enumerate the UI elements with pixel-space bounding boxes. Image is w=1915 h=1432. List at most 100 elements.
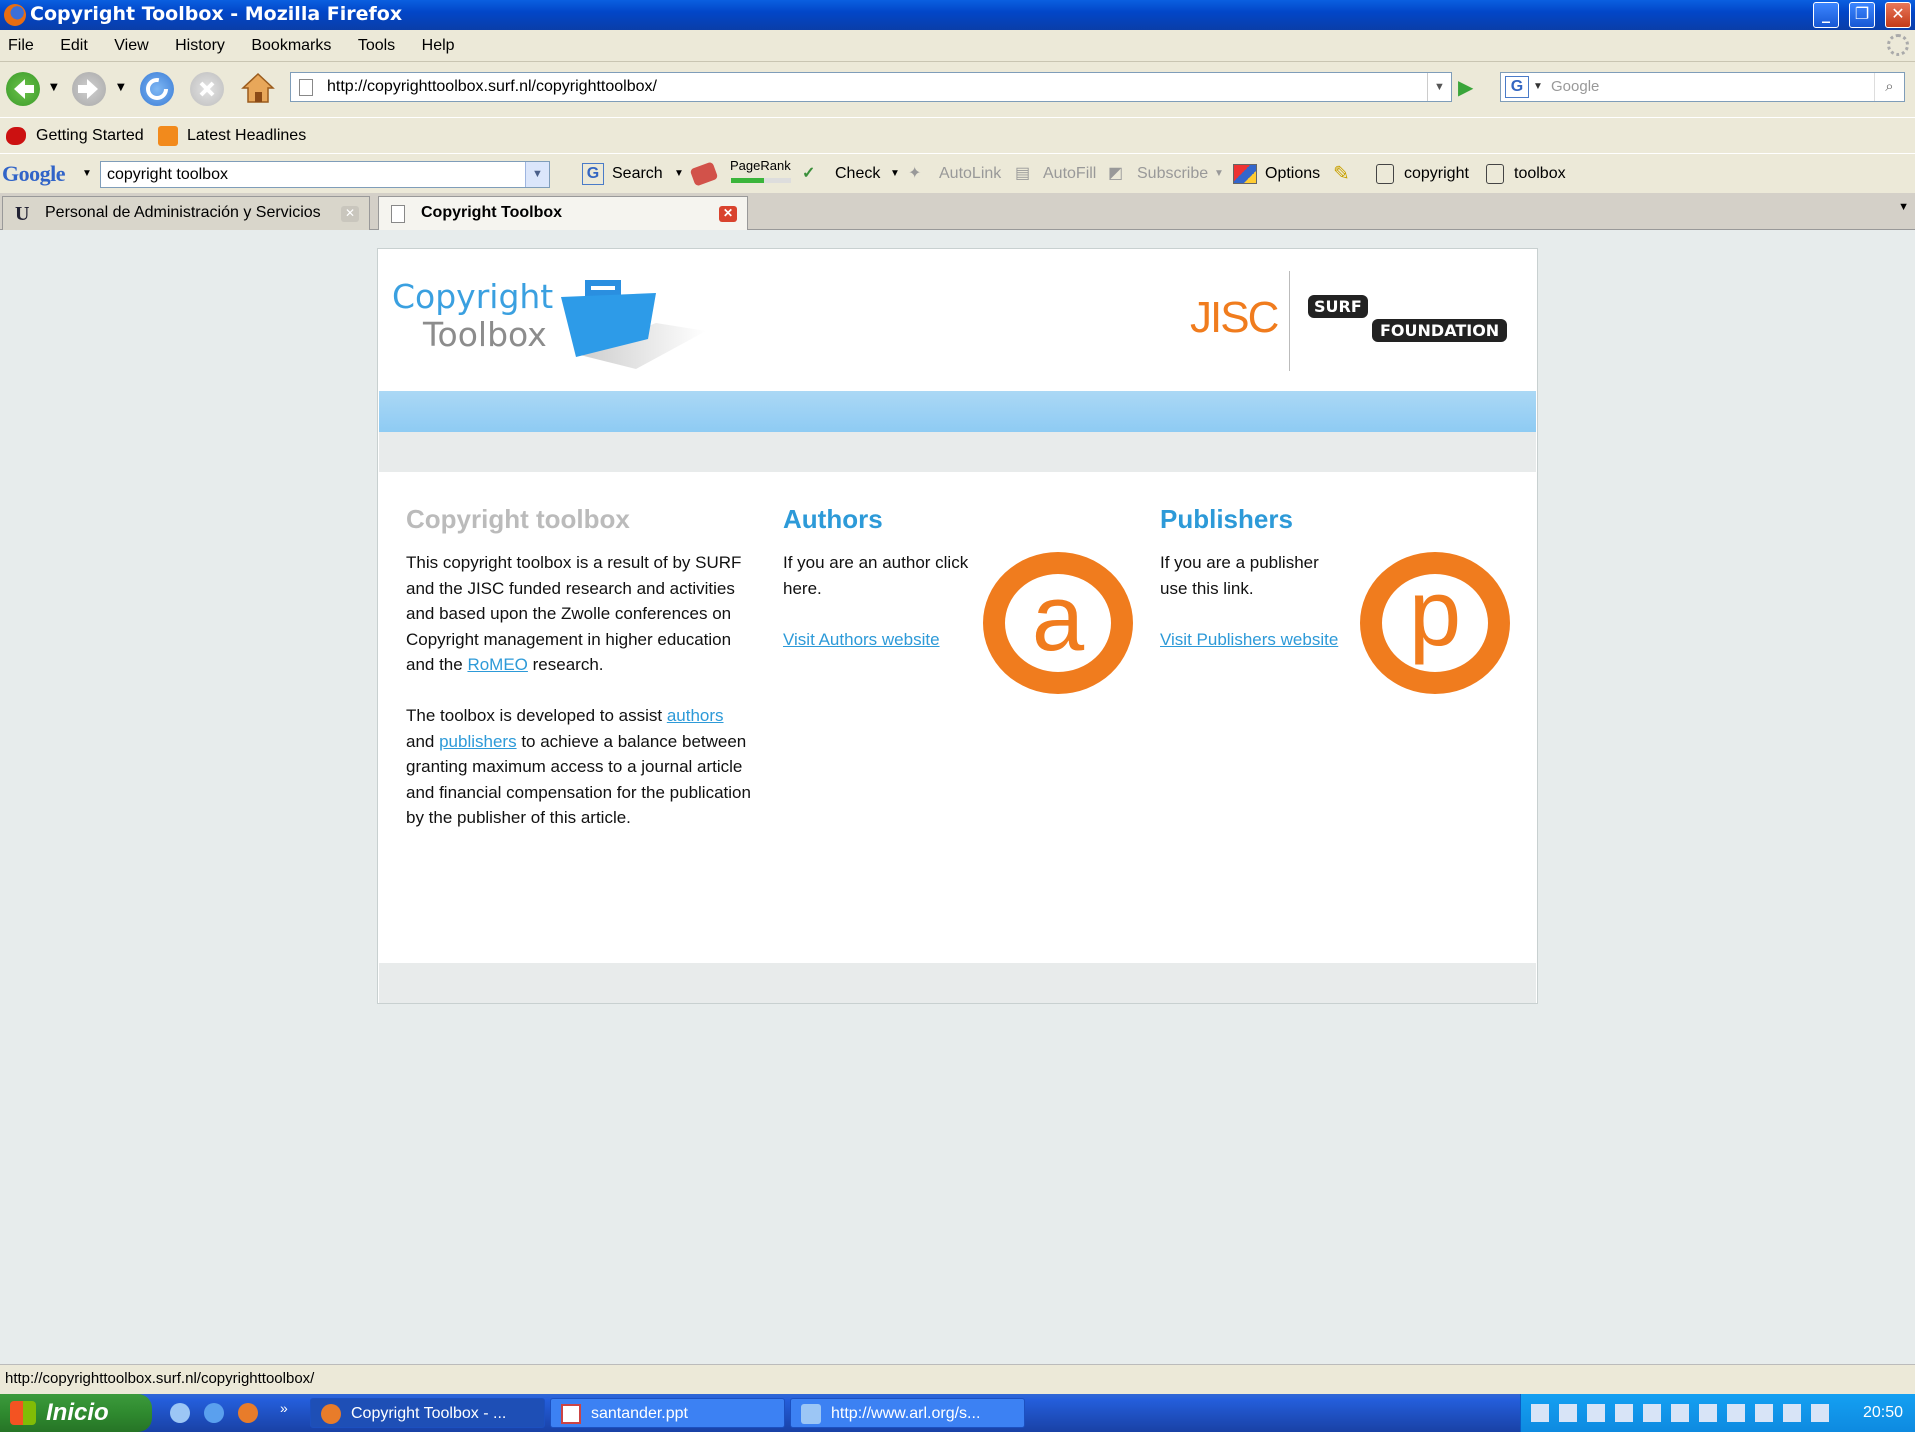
- query-history-dropdown[interactable]: ▼: [525, 162, 549, 187]
- tab-close-icon[interactable]: ✕: [341, 206, 359, 222]
- authors-text: If you are an author click here.: [783, 553, 969, 598]
- visit-publishers-link[interactable]: Visit Publishers website: [1160, 630, 1338, 649]
- autolink-button[interactable]: AutoLink: [939, 154, 1001, 194]
- search-magnifier-icon[interactable]: ⌕: [1874, 73, 1904, 101]
- task-arl-org[interactable]: http://www.arl.org/s...: [790, 1398, 1025, 1428]
- start-button[interactable]: Inicio: [0, 1394, 152, 1432]
- term-search-icon-2: [1486, 164, 1504, 184]
- status-text: http://copyrighttoolbox.surf.nl/copyrigh…: [5, 1370, 315, 1387]
- windows-logo-icon: [10, 1401, 36, 1425]
- close-window-button[interactable]: ✕: [1885, 2, 1911, 28]
- tray-icons[interactable]: [1531, 1404, 1831, 1422]
- tab-personal-administracion[interactable]: U Personal de Administración y Servicios…: [2, 196, 370, 230]
- windows-taskbar: Inicio » Copyright Toolbox - ... santand…: [0, 1394, 1915, 1432]
- menu-edit[interactable]: Edit: [60, 37, 88, 54]
- back-button[interactable]: [6, 72, 40, 106]
- term-copyright-button[interactable]: copyright: [1404, 154, 1469, 194]
- authors-badge-icon[interactable]: a: [983, 552, 1133, 694]
- task-label: santander.ppt: [591, 1405, 688, 1422]
- tab-list-dropdown[interactable]: ▼: [1898, 201, 1909, 213]
- check-dropdown[interactable]: ▼: [890, 154, 900, 194]
- navigation-toolbar: ▼ ▼ http://copyrighttoolbox.surf.nl/copy…: [0, 62, 1915, 117]
- highlighter-icon[interactable]: ✎: [1333, 154, 1350, 194]
- menu-view[interactable]: View: [114, 37, 148, 54]
- menu-tools[interactable]: Tools: [358, 37, 395, 54]
- menu-help[interactable]: Help: [422, 37, 455, 54]
- quicklaunch-browser-icon[interactable]: [204, 1403, 224, 1423]
- powerpoint-task-icon: [561, 1404, 581, 1424]
- engine-dropdown-icon[interactable]: ▼: [1533, 73, 1543, 101]
- u-favicon-icon: U: [15, 203, 30, 225]
- publishers-inline-link[interactable]: publishers: [439, 732, 517, 751]
- tab-copyright-toolbox[interactable]: Copyright Toolbox ✕: [378, 196, 748, 231]
- google-search-button[interactable]: Search: [612, 154, 663, 194]
- subscribe-icon: ◩: [1108, 165, 1124, 182]
- getting-started-icon: [6, 127, 26, 145]
- url-history-dropdown[interactable]: ▼: [1427, 73, 1451, 101]
- back-history-dropdown[interactable]: ▼: [50, 82, 58, 93]
- autofill-button[interactable]: AutoFill: [1043, 154, 1096, 194]
- google-logo[interactable]: Google: [2, 154, 66, 194]
- tab-label: Copyright Toolbox: [421, 204, 563, 221]
- task-copyright-toolbox[interactable]: Copyright Toolbox - ...: [310, 1398, 545, 1428]
- back-arrow-icon: [14, 79, 34, 99]
- forward-history-dropdown[interactable]: ▼: [117, 82, 125, 93]
- url-bar[interactable]: http://copyrighttoolbox.surf.nl/copyrigh…: [290, 72, 1452, 102]
- google-menu-dropdown[interactable]: ▼: [82, 154, 92, 194]
- bookmark-latest-headlines[interactable]: Latest Headlines: [187, 118, 306, 154]
- search-engine-box[interactable]: G ▼ Google ⌕: [1500, 72, 1905, 102]
- search-placeholder: Google: [1551, 78, 1600, 95]
- window-title: Copyright Toolbox - Mozilla Firefox: [30, 3, 403, 25]
- menu-file[interactable]: File: [8, 37, 34, 54]
- tab-close-icon[interactable]: ✕: [719, 206, 737, 222]
- home-button[interactable]: [240, 70, 276, 106]
- search-options-dropdown[interactable]: ▼: [674, 154, 684, 194]
- bookmark-getting-started[interactable]: Getting Started: [36, 118, 144, 154]
- tab-label: Personal de Administración y Servicios: [45, 204, 321, 221]
- subscribe-button[interactable]: Subscribe: [1137, 154, 1208, 194]
- options-button[interactable]: Options: [1265, 154, 1320, 194]
- intro-heading: Copyright toolbox: [406, 504, 630, 534]
- menu-bar: File Edit View History Bookmarks Tools H…: [0, 30, 1915, 62]
- page-footer-band: [379, 963, 1536, 1003]
- options-icon: [1233, 164, 1257, 184]
- term-toolbox-button[interactable]: toolbox: [1514, 154, 1566, 194]
- publishers-badge-icon[interactable]: p: [1360, 552, 1510, 694]
- url-text: http://copyrighttoolbox.surf.nl/copyrigh…: [327, 78, 657, 95]
- pagerank-bar: [731, 178, 791, 183]
- content-viewport: Copyright Toolbox JISC SURF FOUNDATION C…: [0, 230, 1915, 1364]
- task-santander-ppt[interactable]: santander.ppt: [550, 1398, 785, 1428]
- tab-bar: U Personal de Administración y Servicios…: [0, 193, 1915, 231]
- authors-inline-link[interactable]: authors: [667, 706, 724, 725]
- menu-bookmarks[interactable]: Bookmarks: [251, 37, 331, 54]
- quicklaunch-firefox-icon[interactable]: [238, 1403, 258, 1423]
- check-button[interactable]: Check: [835, 154, 880, 194]
- status-bar: http://copyrighttoolbox.surf.nl/copyrigh…: [0, 1364, 1915, 1394]
- reload-button[interactable]: [140, 72, 174, 106]
- go-button[interactable]: ▶: [1458, 74, 1486, 100]
- autolink-icon: ✦: [908, 165, 922, 182]
- foundation-logo: FOUNDATION: [1372, 319, 1508, 342]
- firefox-icon: [4, 4, 26, 26]
- task-label: Copyright Toolbox - ...: [351, 1405, 507, 1422]
- google-search-icon: G: [582, 163, 604, 185]
- rss-feed-icon: [158, 126, 178, 146]
- ie-task-icon: [801, 1404, 821, 1424]
- visit-authors-link[interactable]: Visit Authors website: [783, 630, 940, 649]
- forward-button[interactable]: [72, 72, 106, 106]
- google-search-input[interactable]: copyright toolbox ▼: [100, 161, 550, 188]
- menu-history[interactable]: History: [175, 37, 225, 54]
- minimize-button[interactable]: _: [1813, 2, 1839, 28]
- subscribe-dropdown[interactable]: ▼: [1214, 154, 1224, 194]
- quicklaunch-more-icon[interactable]: »: [280, 1400, 288, 1416]
- google-engine-icon[interactable]: G: [1505, 76, 1529, 98]
- popup-blocker-icon[interactable]: [689, 161, 719, 187]
- page-icon: [299, 79, 313, 96]
- start-label: Inicio: [46, 1399, 109, 1426]
- quicklaunch-ie-icon[interactable]: [170, 1403, 190, 1423]
- spellcheck-icon: ✓: [802, 165, 816, 182]
- restore-button[interactable]: ❐: [1849, 2, 1875, 28]
- stop-button[interactable]: [190, 72, 224, 106]
- romeo-link[interactable]: RoMEO: [467, 655, 527, 674]
- google-toolbar: Google ▼ copyright toolbox ▼ G Search ▼ …: [0, 153, 1915, 193]
